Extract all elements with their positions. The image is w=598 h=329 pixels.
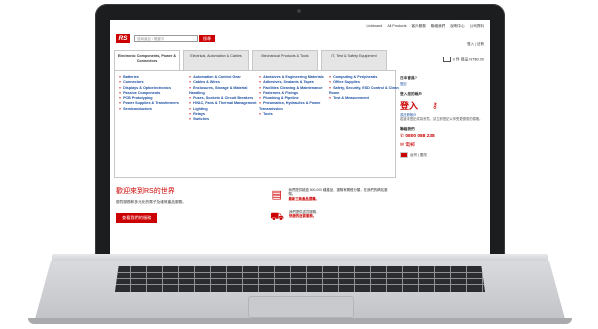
register-link[interactable]: 登記 xyxy=(400,81,486,86)
contact-title: 聯絡我們 xyxy=(400,127,415,132)
top-link-1[interactable]: Linkbrand xyxy=(367,24,383,28)
category-column-2: » Automation & Control Gear » Cables & Wir… xyxy=(189,75,259,123)
promo-link[interactable]: 快捷的送貨服務。 xyxy=(289,214,316,218)
phone-number: ✆ 0800 088 238 xyxy=(400,134,435,140)
promo-item: ▤ 我們提供超過 500,000 種產品，選購有關經分類，在我們的網站選購。 最新… xyxy=(271,188,388,201)
camera xyxy=(297,9,301,13)
login-title: 登入您的帳戶 xyxy=(400,92,423,96)
view-services-button[interactable]: 查看我們的服務 xyxy=(116,213,158,223)
rs-logo[interactable]: RS xyxy=(116,34,130,43)
category-link[interactable]: » Enclosures, Storage & Material Handling xyxy=(189,86,259,97)
cart-icon xyxy=(442,57,451,62)
category-link[interactable]: » Safety, Security, ESD Control & Clean R… xyxy=(329,86,399,97)
flag-icon xyxy=(400,152,408,159)
promo-section: ▤ 我們提供超過 500,000 種產品，選購有關經分類，在我們的網站選購。 最新… xyxy=(270,188,390,232)
welcome-section: 歡迎來到RS的世界 優質服務和多元化的電子及維修產品服務。 查看我們的服務 xyxy=(116,186,266,224)
top-link-5[interactable]: 說明中心 xyxy=(450,24,464,29)
register-info: 若還未登記成為會員，請立即登記以享受更優惠的價格。 xyxy=(400,117,483,121)
key-icon: ⚷ xyxy=(432,101,438,110)
tab-it-test-safety[interactable]: IT, Test & Safety Equipment xyxy=(321,50,387,70)
category-column-3: » Abrasives & Engineering Materials » Adhe… xyxy=(259,75,329,117)
laptop-lid: Linkbrand All Products 客戶服務 聯絡我們 說明中心 公司… xyxy=(95,4,505,256)
category-link[interactable]: » Test & Measurement xyxy=(329,96,399,101)
welcome-text: 優質服務和多元化的電子及維修產品服務。 xyxy=(116,200,187,204)
category-link[interactable]: » Tools xyxy=(259,112,329,117)
region-selector[interactable]: 台灣 | 更改 xyxy=(400,152,486,159)
category-menu: » Batteries » Connectors » Displays & Optoe… xyxy=(114,70,399,178)
cart-summary: 0 件 商品 NT$0.00 xyxy=(452,57,484,62)
category-link[interactable]: » Switches xyxy=(189,117,259,122)
laptop-hinge xyxy=(52,254,548,262)
delivery-truck-icon: ⛟ xyxy=(270,211,284,223)
search-input[interactable]: 搜尋產品 / 關鍵字 xyxy=(134,35,198,42)
login-button[interactable]: 登入 ⚷ xyxy=(400,99,486,112)
tab-electrical-automation[interactable]: Electrical, Automation & Cables xyxy=(183,50,249,70)
top-link-6[interactable]: 公司資料 xyxy=(470,24,484,29)
tab-mechanical-products[interactable]: Mechanical Products & Tools xyxy=(252,50,318,70)
category-link[interactable]: » Pneumatics, Hydraulics & Power Transmis… xyxy=(259,101,329,112)
top-link-2[interactable]: All Products xyxy=(387,24,406,28)
email-link[interactable]: ✉ 電郵 xyxy=(400,141,486,148)
promo-item: ⛟ 我們提供送貨服務， 快捷的送貨服務。 xyxy=(270,210,320,223)
login-link[interactable]: 登入 | 註冊 xyxy=(467,42,484,47)
category-column-4: » Computing & Peripherals » Office Supplie… xyxy=(329,75,399,101)
promo-link[interactable]: 最新三款產品選購。 xyxy=(288,197,319,201)
cart[interactable]: 0 件 商品 NT$0.00 xyxy=(442,57,484,63)
tab-electronic-components[interactable]: Electronic Components, Power & Connector… xyxy=(114,50,180,70)
top-link-4[interactable]: 聯絡我們 xyxy=(431,24,445,29)
trackpad xyxy=(248,296,354,318)
keyboard xyxy=(115,266,485,292)
laptop-screen: Linkbrand All Products 客戶服務 聯絡我們 說明中心 公司… xyxy=(110,20,490,254)
catalog-icon: ▤ xyxy=(271,189,282,201)
welcome-title: 歡迎來到RS的世界 xyxy=(116,188,175,195)
account-sidebar: 日本會員? 登記 登入您的帳戶 登入 ⚷ 或註冊帳戶 若還未登記成為會員，請立即登… xyxy=(400,70,486,159)
category-link[interactable]: » Semiconductors xyxy=(119,107,189,112)
laptop-front-edge xyxy=(28,318,572,324)
category-column-1: » Batteries » Connectors » Displays & Optoe… xyxy=(119,75,189,112)
top-links: Linkbrand All Products 客戶服務 聯絡我們 說明中心 公司… xyxy=(110,20,490,32)
top-link-3[interactable]: 客戶服務 xyxy=(412,24,426,29)
category-tabs: Electronic Components, Power & Connector… xyxy=(114,50,394,70)
search-button[interactable]: 搜尋 xyxy=(199,35,215,42)
